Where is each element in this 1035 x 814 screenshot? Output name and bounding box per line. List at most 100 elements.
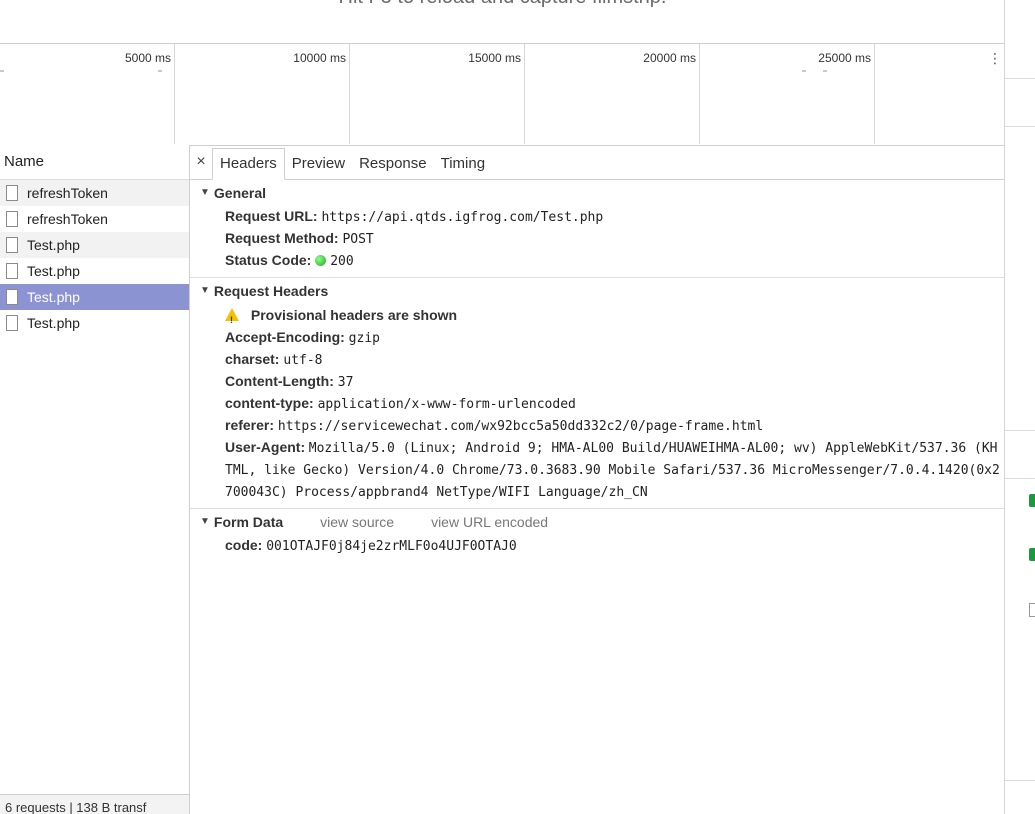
request-name: refreshToken bbox=[27, 185, 108, 201]
request-name: Test.php bbox=[27, 289, 80, 305]
checkbox-checked-icon[interactable] bbox=[1029, 548, 1035, 561]
tick-label: 20000 ms bbox=[643, 51, 696, 65]
tick-label: 15000 ms bbox=[468, 51, 521, 65]
request-row[interactable]: Test.php bbox=[0, 232, 189, 258]
header-value: 200 bbox=[330, 254, 354, 269]
reload-hint: Hit F5 to reload and capture filmstrip. bbox=[0, 0, 1005, 9]
header-key: charset: bbox=[225, 351, 280, 367]
header-value: https://servicewechat.com/wx92bcc5a50dd3… bbox=[277, 419, 764, 434]
request-name: Test.php bbox=[27, 237, 80, 253]
header-row: referer: https://servicewechat.com/wx92b… bbox=[190, 415, 1004, 437]
timeline-tick: 10000 ms bbox=[175, 44, 350, 144]
header-key: Request URL: bbox=[225, 208, 318, 224]
header-row: Request Method: POST bbox=[190, 228, 1004, 250]
right-side-panel bbox=[1004, 0, 1035, 814]
request-headers-toggle[interactable]: ▼ Request Headers bbox=[190, 278, 1004, 304]
checkbox-checked-icon[interactable] bbox=[1029, 494, 1035, 507]
header-key: code: bbox=[225, 537, 263, 553]
tab-response[interactable]: Response bbox=[352, 149, 434, 179]
request-row[interactable]: refreshToken bbox=[0, 180, 189, 206]
request-name: Test.php bbox=[27, 315, 80, 331]
request-name: Test.php bbox=[27, 263, 80, 279]
request-row[interactable]: refreshToken bbox=[0, 206, 189, 232]
close-icon[interactable]: × bbox=[190, 153, 212, 171]
request-detail-panel: × Headers Preview Response Timing ▼ Gene… bbox=[190, 145, 1004, 814]
timeline-mark bbox=[0, 70, 4, 72]
header-value: 001OTAJF0j84je2zrMLF0o4UJF0OTAJ0 bbox=[266, 539, 517, 554]
form-data-toggle[interactable]: ▼ Form Data view source view URL encoded bbox=[190, 509, 1004, 535]
tick-label: 10000 ms bbox=[293, 51, 346, 65]
header-row: User-Agent: Mozilla/5.0 (Linux; Android … bbox=[190, 437, 1004, 503]
file-icon bbox=[6, 237, 18, 253]
triangle-down-icon: ▼ bbox=[200, 516, 210, 527]
request-row-selected[interactable]: Test.php bbox=[0, 284, 189, 310]
divider bbox=[1005, 78, 1035, 79]
header-value: https://api.qtds.igfrog.com/Test.php bbox=[321, 210, 604, 225]
header-value: POST bbox=[342, 232, 374, 247]
header-key: Content-Length: bbox=[225, 373, 334, 389]
file-icon bbox=[6, 185, 18, 201]
tab-headers[interactable]: Headers bbox=[212, 148, 285, 180]
section-title: Form Data bbox=[213, 514, 284, 530]
section-title: Request Headers bbox=[213, 283, 329, 299]
triangle-down-icon: ▼ bbox=[200, 187, 210, 198]
request-row[interactable]: Test.php bbox=[0, 310, 189, 336]
tick-label: 25000 ms bbox=[818, 51, 871, 65]
name-column-header[interactable]: Name bbox=[0, 145, 189, 180]
warning-icon bbox=[225, 308, 239, 332]
header-key: Status Code: bbox=[225, 252, 312, 268]
header-key: content-type: bbox=[225, 395, 314, 411]
section-title: General bbox=[213, 185, 267, 201]
warning-text: Provisional headers are shown bbox=[250, 307, 458, 323]
header-key: User-Agent: bbox=[225, 439, 306, 455]
header-key: referer: bbox=[225, 417, 275, 433]
header-value: application/x-www-form-urlencoded bbox=[317, 397, 576, 412]
header-row: content-type: application/x-www-form-url… bbox=[190, 393, 1004, 415]
request-headers-section: ▼ Request Headers Provisional headers ar… bbox=[190, 278, 1004, 509]
timeline-tick: 20000 ms bbox=[525, 44, 806, 144]
header-row: Content-Length: 37 bbox=[190, 371, 1004, 393]
header-value: 37 bbox=[337, 375, 354, 390]
header-row: code: 001OTAJF0j84je2zrMLF0o4UJF0OTAJ0 bbox=[190, 535, 1004, 557]
triangle-down-icon: ▼ bbox=[200, 285, 210, 296]
request-list-panel: Name refreshToken refreshToken Test.php … bbox=[0, 145, 190, 814]
file-icon bbox=[6, 263, 18, 279]
timeline-tick: 5000 ms bbox=[0, 44, 175, 144]
detail-tabbar: × Headers Preview Response Timing bbox=[190, 145, 1004, 180]
header-row: Accept-Encoding: gzip bbox=[190, 327, 1004, 349]
timeline-mark bbox=[158, 70, 162, 72]
general-section: ▼ General Request URL: https://api.qtds.… bbox=[190, 180, 1004, 278]
header-row: charset: utf-8 bbox=[190, 349, 1004, 371]
file-icon bbox=[6, 289, 18, 305]
provisional-warning: Provisional headers are shown bbox=[190, 304, 1004, 332]
tab-preview[interactable]: Preview bbox=[285, 149, 352, 179]
status-ok-icon bbox=[315, 255, 327, 266]
view-url-encoded-link[interactable]: view URL encoded bbox=[431, 509, 548, 535]
timeline-tick: 25000 ms bbox=[700, 44, 875, 144]
checkbox-unchecked-icon[interactable] bbox=[1029, 603, 1035, 617]
divider bbox=[1005, 126, 1035, 127]
timeline-mark bbox=[823, 70, 827, 72]
form-data-section: ▼ Form Data view source view URL encoded… bbox=[190, 509, 1004, 562]
file-icon bbox=[6, 315, 18, 331]
divider bbox=[1005, 430, 1035, 431]
header-value: utf-8 bbox=[283, 353, 323, 368]
divider bbox=[1005, 780, 1035, 781]
view-source-link[interactable]: view source bbox=[320, 509, 394, 535]
tab-timing[interactable]: Timing bbox=[434, 149, 492, 179]
header-key: Accept-Encoding: bbox=[225, 329, 345, 345]
more-vertical-icon[interactable]: ⋮ bbox=[988, 50, 1002, 67]
header-key: Request Method: bbox=[225, 230, 339, 246]
header-row: Status Code: 200 bbox=[190, 250, 1004, 272]
header-value: Mozilla/5.0 (Linux; Android 9; HMA-AL00 … bbox=[225, 441, 1000, 500]
request-row[interactable]: Test.php bbox=[0, 258, 189, 284]
timeline-tick: 15000 ms bbox=[350, 44, 525, 144]
tick-label: 5000 ms bbox=[124, 51, 171, 65]
header-value: gzip bbox=[348, 331, 380, 346]
divider bbox=[1005, 478, 1035, 479]
file-icon bbox=[6, 211, 18, 227]
request-name: refreshToken bbox=[27, 211, 108, 227]
general-section-toggle[interactable]: ▼ General bbox=[190, 180, 1004, 206]
header-row: Request URL: https://api.qtds.igfrog.com… bbox=[190, 206, 1004, 228]
timeline-overview[interactable]: 5000 ms 10000 ms 15000 ms 20000 ms 25000… bbox=[0, 43, 1004, 146]
